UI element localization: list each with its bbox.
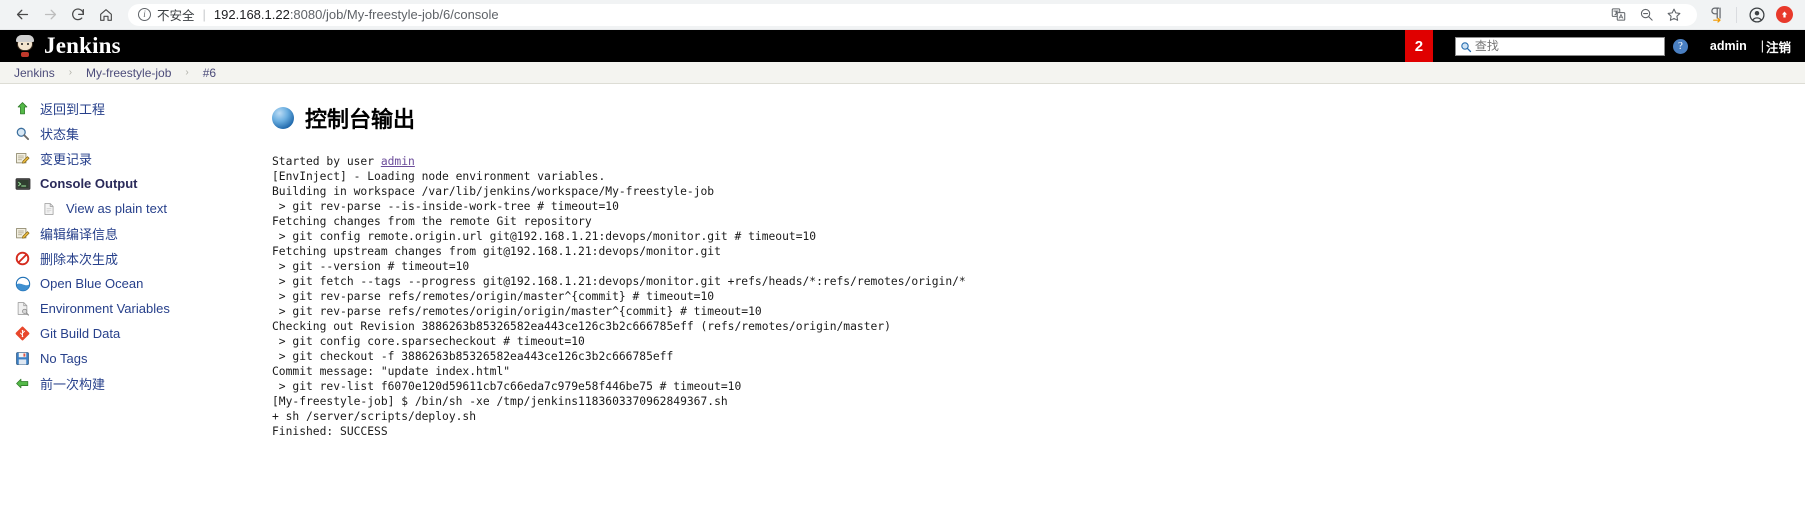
toolbar-divider (1736, 6, 1737, 23)
reload-icon[interactable] (64, 1, 92, 29)
sidebar-item-label: Console Output (40, 176, 138, 191)
zoom-out-icon[interactable] (1633, 2, 1659, 28)
sidebar-item-label: 返回到工程 (40, 102, 106, 117)
sidebar-item-console-output[interactable]: Console Output (0, 171, 272, 196)
left-arrow-icon (14, 375, 31, 392)
console-user-link[interactable]: admin (381, 155, 415, 168)
main-content: 控制台输出 Started by user admin [EnvInject] … (272, 84, 1805, 520)
sidebar-item-git-build-data[interactable]: Git Build Data (0, 321, 272, 346)
url-text: 192.168.1.22:8080/job/My-freestyle-job/6… (214, 7, 499, 22)
jenkins-header: Jenkins 2 ? admin | 注销 (0, 30, 1805, 62)
url-path: :8080/job/My-freestyle-job/6/console (289, 7, 499, 22)
sidebar-item-delete-build[interactable]: 删除本次生成 (0, 246, 272, 271)
search-box[interactable] (1454, 36, 1665, 56)
edit-document-icon (14, 225, 31, 242)
git-icon (14, 325, 31, 342)
search-input[interactable] (1474, 39, 1660, 53)
browser-actions (1703, 2, 1797, 28)
site-info-icon[interactable]: i (138, 8, 151, 21)
terminal-icon (14, 175, 31, 192)
profile-icon[interactable] (1744, 2, 1770, 28)
breadcrumb-separator: › (68, 67, 73, 78)
address-bar[interactable]: i 不安全 | 192.168.1.22:8080/job/My-freesty… (128, 2, 1697, 28)
page-title: 控制台输出 (272, 102, 1805, 134)
user-link[interactable]: admin (1710, 39, 1747, 53)
breadcrumb-item-build[interactable]: #6 (203, 66, 216, 80)
sidebar-item-label: View as plain text (66, 201, 167, 216)
security-label: 不安全 (157, 9, 195, 23)
page-body: 返回到工程 状态集 变更记录 Console Output View as pl (0, 84, 1805, 520)
extension-icon[interactable] (1771, 2, 1797, 28)
sidebar-item-environment-variables[interactable]: Environment Variables (0, 296, 272, 321)
sidebar: 返回到工程 状态集 变更记录 Console Output View as pl (0, 84, 272, 520)
url-host: 192.168.1.22 (213, 7, 290, 22)
breadcrumb-item-job[interactable]: My-freestyle-job (86, 66, 171, 80)
blue-ocean-icon (14, 275, 31, 292)
sidebar-item-label: 状态集 (40, 127, 80, 142)
omnibox-actions (1597, 2, 1687, 28)
console-started-prefix: Started by user (272, 155, 381, 168)
jenkins-header-right: 2 ? admin | 注销 (1404, 30, 1805, 62)
logout-link[interactable]: 注销 (1766, 37, 1805, 56)
logout-divider: | (1760, 39, 1764, 53)
delete-forbidden-icon (14, 250, 31, 267)
sidebar-item-back-to-project[interactable]: 返回到工程 (0, 96, 272, 121)
document-gear-icon (14, 300, 31, 317)
jenkins-brand-link[interactable]: Jenkins (0, 33, 121, 59)
help-icon[interactable]: ? (1672, 38, 1688, 54)
breadcrumb: Jenkins › My-freestyle-job › #6 (0, 62, 1805, 84)
floppy-disk-icon (14, 350, 31, 367)
search-icon (1460, 40, 1472, 53)
sidebar-item-view-as-plain-text[interactable]: View as plain text (0, 196, 272, 221)
sidebar-item-label: 编辑编译信息 (40, 227, 119, 242)
sidebar-item-label: 变更记录 (40, 152, 93, 167)
sidebar-item-label: Environment Variables (40, 301, 170, 316)
sidebar-item-label: Open Blue Ocean (40, 276, 144, 291)
console-log-body: [EnvInject] - Loading node environment v… (272, 170, 966, 438)
home-icon[interactable] (92, 1, 120, 29)
up-arrow-icon (14, 100, 31, 117)
breadcrumb-separator: › (185, 67, 189, 78)
sidebar-item-edit-build-information[interactable]: 编辑编译信息 (0, 221, 272, 246)
sidebar-item-no-tags[interactable]: No Tags (0, 346, 272, 371)
console-output: Started by user admin [EnvInject] - Load… (272, 154, 1805, 439)
sidebar-item-status[interactable]: 状态集 (0, 121, 272, 146)
sidebar-item-changes[interactable]: 变更记录 (0, 146, 272, 171)
extension-badge (1775, 6, 1793, 23)
translate-icon[interactable] (1605, 2, 1631, 28)
edit-document-icon (14, 150, 31, 167)
sidebar-item-label: Git Build Data (40, 326, 121, 341)
forward-arrow-icon[interactable] (36, 1, 64, 29)
sidebar-item-label: 删除本次生成 (40, 252, 119, 267)
sidebar-item-previous-build[interactable]: 前一次构建 (0, 371, 272, 396)
page-title-label: 控制台输出 (305, 107, 416, 132)
back-arrow-icon[interactable] (8, 1, 36, 29)
jenkins-brand-label: Jenkins (44, 33, 121, 58)
sidebar-item-label: No Tags (40, 351, 88, 366)
url-divider: | (202, 7, 206, 22)
jenkins-butler-icon (14, 35, 36, 57)
sidebar-item-open-blue-ocean[interactable]: Open Blue Ocean (0, 271, 272, 296)
breadcrumb-item-jenkins[interactable]: Jenkins (14, 66, 55, 80)
sidebar-item-label: 前一次构建 (40, 377, 106, 392)
plain-document-icon (40, 200, 57, 217)
star-icon[interactable] (1661, 2, 1687, 28)
magnifier-icon (14, 125, 31, 142)
pilcrow-icon[interactable] (1703, 2, 1729, 28)
error-count-badge[interactable]: 2 (1404, 30, 1433, 62)
blue-ball-icon (272, 107, 294, 129)
browser-toolbar: i 不安全 | 192.168.1.22:8080/job/My-freesty… (0, 0, 1805, 30)
